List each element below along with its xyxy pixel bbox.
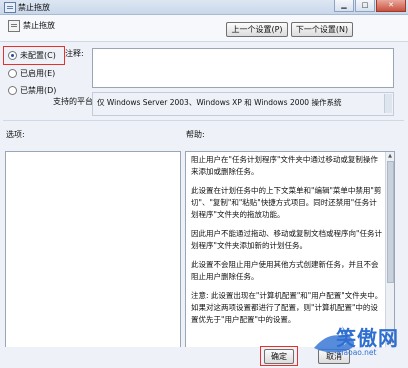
platform-scrollbar[interactable] [384, 94, 392, 113]
supported-platform-box: 仅 Windows Server 2003、Windows XP 和 Windo… [92, 92, 394, 116]
comment-label: 注释: [65, 49, 84, 58]
help-paragraph: 因此用户不能通过拖动、移动或复制文档或程序向"任务计划程序"文件夹添加新的计划任… [191, 229, 382, 250]
watermark-subtext: xiaoao.net [337, 348, 377, 357]
supported-platform-label: 支持的平台: [53, 97, 96, 106]
scroll-up-arrow-icon[interactable]: ▲ [386, 152, 394, 160]
minimize-button[interactable]: ▁ [334, 0, 354, 12]
radio-button[interactable] [8, 51, 17, 60]
policy-name: 禁止拖放 [23, 21, 55, 30]
radio-enabled[interactable]: 已启用(E) [8, 68, 55, 79]
supported-platform-value: 仅 Windows Server 2003、Windows XP 和 Windo… [97, 98, 342, 107]
ok-button-highlight [260, 346, 298, 366]
policy-setting-icon [8, 20, 20, 32]
options-panel [5, 151, 181, 348]
radio-button[interactable] [8, 69, 17, 78]
window-titlebar: 禁止拖放 ▁ □ ✕ [0, 0, 408, 15]
radio-label: 未配置(C) [20, 51, 56, 60]
radio-label: 已禁用(D) [20, 86, 57, 95]
window-controls: ▁ □ ✕ [334, 0, 406, 12]
help-paragraph: 此设置在计划任务中的上下文菜单和"编辑"菜单中禁用"剪切"、"复制"和"粘贴"快… [191, 186, 382, 219]
help-label: 帮助: [186, 130, 205, 139]
previous-setting-button[interactable]: 上一个设置(P) [226, 22, 288, 37]
policy-header: 禁止拖放 上一个设置(P) 下一个设置(N) [0, 15, 408, 42]
scroll-thumb[interactable] [387, 161, 394, 283]
maximize-button[interactable]: □ [355, 0, 375, 12]
policy-window-icon [4, 2, 16, 13]
window-title: 禁止拖放 [18, 3, 50, 12]
radio-disabled[interactable]: 已禁用(D) [8, 85, 56, 96]
radio-label: 已启用(E) [20, 69, 56, 78]
help-paragraph: 此设置不会阻止用户使用其他方式创建新任务，并且不会阻止用户删除任务。 [191, 260, 379, 281]
help-paragraph: 阻止用户在"任务计划程序"文件夹中通过移动或复制操作来添加或删除任务。 [191, 155, 378, 176]
next-setting-button[interactable]: 下一个设置(N) [291, 22, 353, 37]
comment-textarea[interactable] [92, 48, 394, 88]
section-divider [3, 120, 404, 121]
radio-not-configured[interactable]: 未配置(C) [8, 50, 56, 61]
close-button[interactable]: ✕ [376, 0, 406, 12]
watermark-text: 笑傲网 [336, 326, 399, 350]
radio-button[interactable] [8, 86, 17, 95]
options-label: 选项: [6, 130, 25, 139]
